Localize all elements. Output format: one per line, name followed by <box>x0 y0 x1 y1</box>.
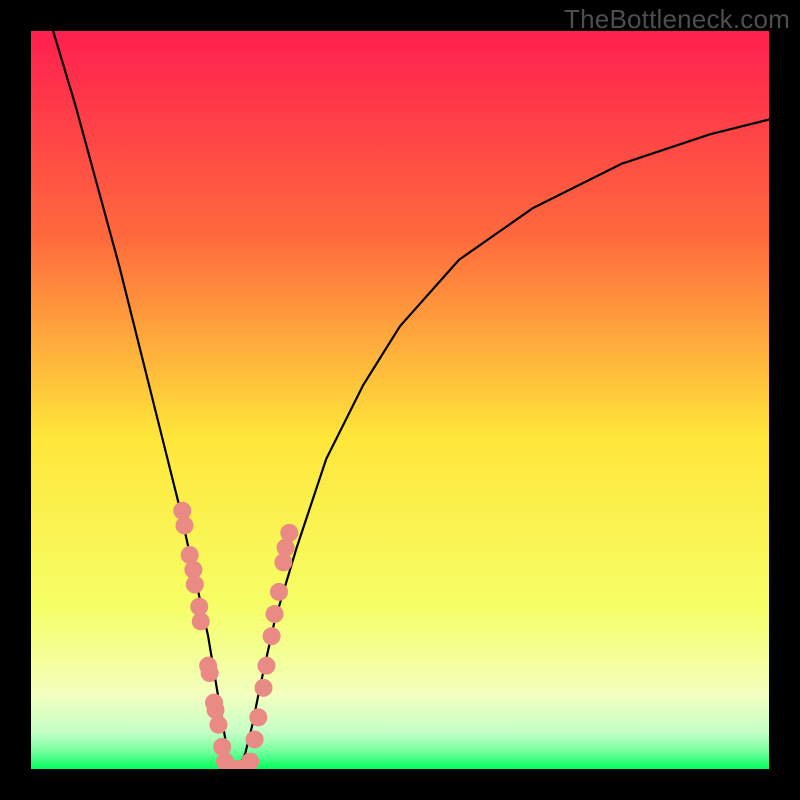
plot-area <box>31 31 769 769</box>
bottleneck-chart <box>31 31 769 769</box>
highlight-dot <box>280 524 298 542</box>
highlight-dot <box>246 730 264 748</box>
highlight-dot <box>192 612 210 630</box>
highlight-dot <box>209 716 227 734</box>
highlight-dot <box>257 657 275 675</box>
gradient-background <box>31 31 769 769</box>
watermark-text: TheBottleneck.com <box>564 4 790 35</box>
highlight-dot <box>176 516 194 534</box>
highlight-dot <box>266 605 284 623</box>
chart-frame: TheBottleneck.com <box>0 0 800 800</box>
highlight-dot <box>186 576 204 594</box>
highlight-dot <box>263 627 281 645</box>
highlight-dot <box>249 708 267 726</box>
highlight-dot <box>254 679 272 697</box>
highlight-dot <box>270 583 288 601</box>
highlight-dot <box>201 664 219 682</box>
